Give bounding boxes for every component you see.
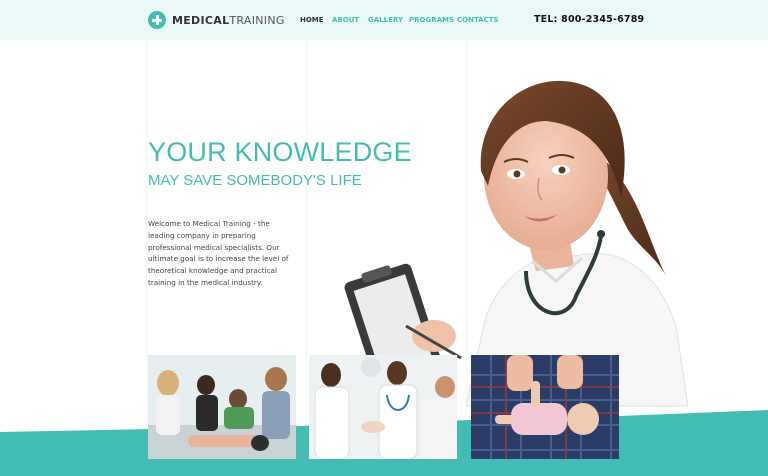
cpr-group-photo <box>148 355 296 459</box>
infant-cpr-photo <box>471 355 619 459</box>
doctor-patient-photo <box>309 355 457 459</box>
gallery-thumb-cpr-group[interactable] <box>148 355 296 459</box>
gallery-thumb-infant-cpr[interactable] <box>471 355 619 459</box>
hero-description: Welcome to Medical Training - the leadin… <box>148 219 289 287</box>
hero-subtitle: MAY SAVE SOMEBODY'S LIFE <box>148 172 362 189</box>
hero-title: YOUR KNOWLEDGE <box>148 137 412 167</box>
gallery-thumb-doctor-patient[interactable] <box>309 355 457 459</box>
